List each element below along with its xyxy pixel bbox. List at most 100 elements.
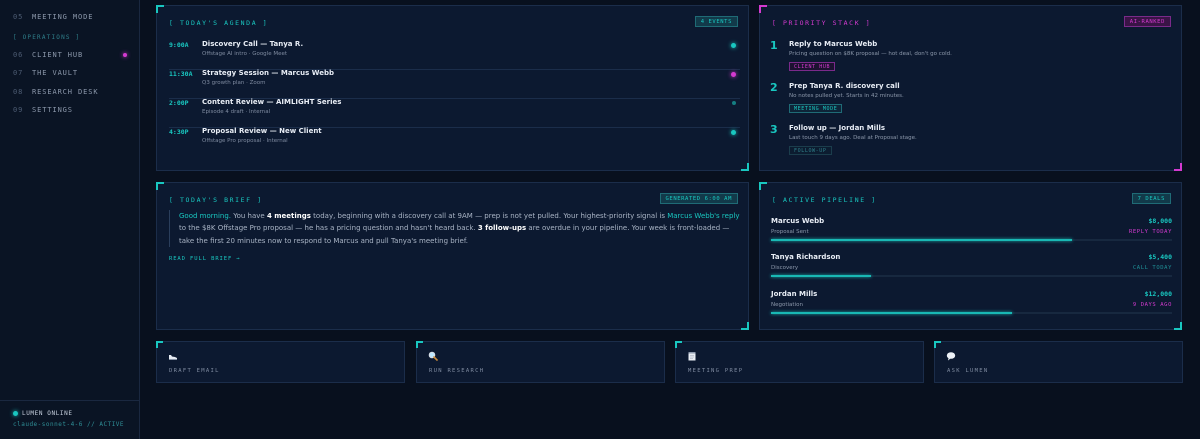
deal-client-name: Marcus Webb [771,217,825,225]
brief-text: today, beginning with a discovery call a… [310,212,668,220]
deal-client-name: Jordan Mills [771,290,818,298]
event-time: 4:30P [169,128,189,136]
corner-accent [156,5,164,13]
sidebar-item-meeting-mode[interactable]: 05 MEETING MODE [13,13,93,21]
brief-highlight: 3 follow-ups [477,224,527,233]
brief-signal-link[interactable]: Marcus Webb's reply [667,212,739,220]
notepad-icon [688,352,696,361]
action-label: DRAFT EMAIL [169,368,220,374]
ask-lumen-button[interactable]: ASK LUMEN [934,341,1183,383]
brief-greeting: Good morning. [179,212,232,220]
agenda-event[interactable]: 9:00A Discovery Call — Tanya R. Offstage… [169,40,740,70]
deal-amount: $5,400 [1148,253,1172,261]
deal-progress-fill [771,239,1072,241]
event-time: 11:30A [169,70,193,78]
generated-time-badge: GENERATED 6:00 AM [659,193,738,204]
event-details: Offstage AI intro · Google Meet [202,51,288,57]
agenda-event[interactable]: 2:00P Content Review — AIMLIGHT Series E… [169,98,740,128]
brief-text: You have [231,212,267,220]
model-label: claude-sonnet-4-6 // ACTIVE [13,421,125,428]
priority-tag[interactable]: FOLLOW-UP [789,146,832,155]
deal-next-action: CALL TODAY [1132,265,1172,271]
corner-accent [156,182,164,190]
nav-number: 07 [13,69,24,77]
magnifier-icon [428,351,438,361]
nav-number: 06 [13,51,24,59]
sidebar-divider [0,400,139,401]
event-status-dot-icon [731,72,736,77]
deal-amount: $12,000 [1144,290,1172,298]
corner-accent [759,5,767,13]
status-text: LUMEN ONLINE [22,410,73,417]
priority-rank: 1 [770,39,778,52]
draft-email-button[interactable]: DRAFT EMAIL [156,341,405,383]
corner-accent [741,322,749,330]
priority-title: Follow up — Jordan Mills [789,124,886,132]
panel-title: [ ACTIVE PIPELINE ] [772,196,877,204]
event-status-dot-icon [731,43,736,48]
priority-title: Prep Tanya R. discovery call [789,82,900,90]
priority-description: Last touch 9 days ago. Deal at Proposal … [789,135,917,141]
deal-stage: Proposal Sent [771,229,809,235]
read-full-brief-link[interactable]: READ FULL BRIEF → [169,256,241,262]
sidebar: 05 MEETING MODE [ OPERATIONS ] 06 CLIENT H… [0,0,140,439]
priority-rank: 2 [770,81,778,94]
events-count-badge: 4 EVENTS [694,16,738,27]
brief-panel: [ TODAY'S BRIEF ] GENERATED 6:00 AM Good… [156,182,749,330]
meeting-prep-button[interactable]: MEETING PREP [675,341,924,383]
priority-tag[interactable]: MEETING MODE [789,104,843,113]
panel-title: [ TODAY'S BRIEF ] [169,196,263,204]
nav-section-operations: [ OPERATIONS ] [13,34,81,41]
deal-next-action: 9 DAYS AGO [1132,302,1172,308]
pipeline-deal[interactable]: Tanya Richardson $5,400 Discovery CALL T… [771,253,1172,287]
sidebar-item-client-hub[interactable]: 06 CLIENT HUB [13,51,83,59]
corner-accent [416,341,423,348]
panel-title: [ PRIORITY STACK ] [772,19,872,27]
corner-accent [156,341,163,348]
nav-label: SETTINGS [32,106,73,114]
event-title: Content Review — AIMLIGHT Series [202,98,342,106]
notification-dot [123,53,127,57]
sidebar-item-research-desk[interactable]: 08 RESEARCH DESK [13,88,99,96]
corner-accent [675,341,682,348]
panel-title: [ TODAY'S AGENDA ] [169,19,269,27]
sidebar-item-the-vault[interactable]: 07 THE VAULT [13,69,78,77]
deal-client-name: Tanya Richardson [771,253,841,261]
priority-title: Reply to Marcus Webb [789,40,878,48]
priority-tag[interactable]: CLIENT HUB [789,62,836,71]
priority-description: No notes pulled yet. Starts in 42 minute… [789,93,904,99]
deal-next-action: REPLY TODAY [1128,229,1172,235]
agenda-event[interactable]: 11:30A Strategy Session — Marcus Webb Q3… [169,69,740,99]
pipeline-deal[interactable]: Jordan Mills $12,000 Negotiation 9 DAYS … [771,290,1172,324]
deal-progress-track [771,312,1172,314]
corner-accent [1174,322,1182,330]
agenda-event[interactable]: 4:30P Proposal Review — New Client Offst… [169,127,740,157]
action-label: ASK LUMEN [947,368,989,374]
event-details: Episode 4 draft · Internal [202,109,271,115]
deal-progress-track [771,275,1172,277]
pipeline-deal[interactable]: Marcus Webb $8,000 Proposal Sent REPLY T… [771,217,1172,251]
corner-accent [759,182,767,190]
online-dot-icon [13,411,18,416]
nav-label: RESEARCH DESK [32,88,99,96]
priority-panel: [ PRIORITY STACK ] AI-RANKED 1 Reply to … [759,5,1182,171]
corner-accent [741,163,749,171]
action-label: MEETING PREP [688,368,744,374]
run-research-button[interactable]: RUN RESEARCH [416,341,665,383]
event-status-dot-icon [732,101,736,105]
action-label: RUN RESEARCH [429,368,485,374]
event-details: Q3 growth plan · Zoom [202,80,266,86]
deal-progress-track [771,239,1172,241]
deal-progress-fill [771,312,1012,314]
event-details: Offstage Pro proposal · Internal [202,138,288,144]
status-indicator: LUMEN ONLINE [13,410,73,417]
sidebar-item-settings[interactable]: 09 SETTINGS [13,106,73,114]
priority-rank: 3 [770,123,778,136]
brief-highlight: 4 meetings [266,212,311,220]
speech-bubble-icon [946,352,956,361]
deal-stage: Negotiation [771,302,803,308]
deal-progress-fill [771,275,872,277]
event-title: Discovery Call — Tanya R. [202,40,304,48]
nav-number: 08 [13,88,24,96]
corner-accent [1174,163,1182,171]
